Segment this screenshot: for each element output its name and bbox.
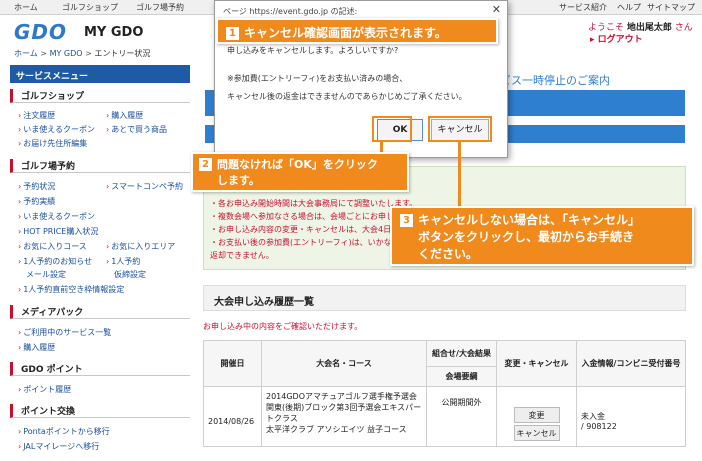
col-event-course: 大会名・コース xyxy=(261,340,427,387)
link-coupons-golf[interactable]: いま使えるクーポン xyxy=(18,211,95,222)
cell-change-cancel: 変更 キャンセル xyxy=(496,386,577,447)
section-media-pack: メディアパック xyxy=(10,305,190,319)
callout-3: 3 キャンセルしない場合は、「キャンセル」 ボタンをクリックし、最初からお手続き … xyxy=(390,206,694,266)
link-point-history[interactable]: ポイント履歴 xyxy=(18,384,71,395)
nav-golf-reservation-link[interactable]: ゴルフ場予約 xyxy=(136,2,184,13)
cell-event: 2014GDOアマチュアゴルフ選手権予選会 関東(後期)ブロック第3回予選会エキ… xyxy=(261,386,427,447)
callout-2-line-2: します。 xyxy=(217,174,260,187)
callout-1-text: キャンセル確認画面が表示されます。 xyxy=(244,26,447,40)
payment-status: 未入金 xyxy=(581,412,605,421)
callout-3-line-2: ボタンをクリックし、最初からお手続き xyxy=(418,230,635,244)
link-reservation-status[interactable]: 予約状況 xyxy=(18,181,55,192)
service-suspension-banner[interactable]: ビス一時停止のご案内 xyxy=(500,72,610,88)
callout-3-line-1: キャンセルしない場合は、「キャンセル」 xyxy=(418,213,641,227)
link-buy-later[interactable]: あとで買う商品 xyxy=(106,124,167,135)
dialog-message-2: ※参加費(エントリーフィ)をお支払い済みの場合、 xyxy=(227,74,408,83)
link-coupons-shop[interactable]: いま使えるクーポン xyxy=(18,124,95,135)
entry-history-table: 開催日 大会名・コース 組合せ/大会結果 変更・キャンセル 入金情報/コンビニ受… xyxy=(203,340,686,447)
callout-1: 1 キャンセル確認画面が表示されます。 xyxy=(216,18,498,44)
history-subtitle: お申し込み中の内容をご確認いただけます。 xyxy=(203,322,363,331)
sidebar: サービスメニュー ゴルフショップ 注文履歴 購入履歴 いま使えるクーポン あとで… xyxy=(10,65,190,461)
link-favorite-area[interactable]: お気に入りエリア xyxy=(106,241,175,252)
ok-highlight xyxy=(372,116,412,142)
col-payment: 入金情報/コンビニ受付番号 xyxy=(576,340,686,387)
receipt-number: / 908122 xyxy=(581,422,617,431)
callout-1-number: 1 xyxy=(226,27,239,40)
col-date: 開催日 xyxy=(203,340,262,387)
gdo-logo[interactable]: GDO xyxy=(14,20,67,44)
breadcrumb: ホーム > MY GDO > エントリー状況 xyxy=(14,49,151,58)
breadcrumb-mygdo[interactable]: MY GDO xyxy=(50,49,83,58)
callout-3-number: 3 xyxy=(400,214,413,227)
link-reservation-record[interactable]: 予約実績 xyxy=(18,196,55,207)
nav-service-intro-link[interactable]: サービス紹介 xyxy=(559,2,607,13)
link-jal-transfer[interactable]: JALマイレージへ移行 xyxy=(18,441,99,452)
link-purchase-history[interactable]: 購入履歴 xyxy=(106,110,143,121)
dialog-title: ページ https://event.gdo.jp の記述: xyxy=(223,7,358,16)
notice-line-5: 返却できません。 xyxy=(210,251,274,260)
section-golf-reservation: ゴルフ場予約 xyxy=(10,159,190,173)
callout-3-pointer xyxy=(458,142,461,208)
notice-line-1: ・各お申込み開始時間は大会事務局にて調整いたします。 xyxy=(210,199,418,208)
dialog-message-3: キャンセル後の返金はできませんのであらかじめご了承ください。 xyxy=(227,92,467,101)
cell-payment: 未入金 / 908122 xyxy=(576,386,686,447)
link-ponta-transfer[interactable]: Pontaポイントから移行 xyxy=(18,426,110,437)
section-golf-shop: ゴルフショップ xyxy=(10,89,190,103)
link-mail-settings[interactable]: メール設定 xyxy=(26,269,66,280)
breadcrumb-current: エントリー状況 xyxy=(94,49,151,58)
dialog-message-1: 申し込みをキャンセルします。よろしいですか? xyxy=(227,46,399,55)
nav-help-link[interactable]: ヘルプ xyxy=(617,2,641,13)
nav-sitemap-link[interactable]: サイトマップ xyxy=(647,2,695,13)
cell-pairing: 公開期間外 xyxy=(426,386,497,447)
change-button[interactable]: 変更 xyxy=(513,407,560,423)
welcome-suffix: さん xyxy=(674,23,693,33)
link-shipping-address[interactable]: お届け先住所編集 xyxy=(18,138,87,149)
cell-date: 2014/08/26 xyxy=(203,386,262,447)
callout-2-number: 2 xyxy=(199,158,212,171)
event-name: 2014GDOアマチュアゴルフ選手権予選会 関東(後期)ブロック第3回予選会エキ… xyxy=(266,392,422,423)
link-smart-compe[interactable]: スマートコンペ予約 xyxy=(106,181,183,192)
callout-2-line-1: 問題なければ「OK」をクリック xyxy=(217,158,378,171)
link-favorite-course[interactable]: お気に入りコース xyxy=(18,241,87,252)
event-course: 太平洋クラブ アソシエイツ 益子コース xyxy=(266,425,407,434)
nav-golf-shop-link[interactable]: ゴルフショップ xyxy=(62,2,118,13)
link-provisional-settings[interactable]: 仮締設定 xyxy=(114,269,146,280)
callout-2: 2 問題なければ「OK」をクリック します。 xyxy=(191,152,409,192)
col-pairing: 組合せ/大会結果 xyxy=(426,340,497,367)
table-cancel-button[interactable]: キャンセル xyxy=(513,425,560,441)
sidebar-heading: サービスメニュー xyxy=(10,65,190,83)
history-section-title: 大会申し込み履歴一覧 xyxy=(203,285,686,311)
nav-home-link[interactable]: ホーム xyxy=(14,2,38,13)
table-header-row: 開催日 大会名・コース 組合せ/大会結果 変更・キャンセル 入金情報/コンビニ受… xyxy=(203,340,686,387)
close-icon[interactable]: ✕ xyxy=(492,3,501,16)
page-title: MY GDO xyxy=(84,25,144,40)
link-solo-reservation[interactable]: 1人予約 xyxy=(106,256,140,267)
link-solo-vacancy[interactable]: 1人予約直前空き枠情報設定 xyxy=(18,284,124,295)
logout-label: ログアウト xyxy=(597,35,643,45)
link-order-history[interactable]: 注文履歴 xyxy=(18,110,55,121)
col-change-cancel: 変更・キャンセル xyxy=(496,340,577,387)
link-services-in-use[interactable]: ご利用中のサービス一覧 xyxy=(18,327,111,338)
logout-link[interactable]: ▸ ログアウト xyxy=(590,32,643,45)
link-hot-price[interactable]: HOT PRICE購入状況 xyxy=(18,226,98,237)
table-row: 2014/08/26 2014GDOアマチュアゴルフ選手権予選会 関東(後期)ブ… xyxy=(203,386,686,447)
cancel-highlight xyxy=(428,116,492,142)
link-media-purchase-history[interactable]: 購入履歴 xyxy=(18,342,55,353)
section-point-exchange: ポイント交換 xyxy=(10,404,190,418)
breadcrumb-home[interactable]: ホーム xyxy=(14,49,38,58)
link-solo-notice[interactable]: 1人予約のお知らせ xyxy=(18,256,92,267)
section-gdo-point: GDO ポイント xyxy=(10,362,190,376)
col-venue-guide: 会場要綱 xyxy=(426,366,497,387)
callout-3-line-3: ください。 xyxy=(418,247,479,261)
